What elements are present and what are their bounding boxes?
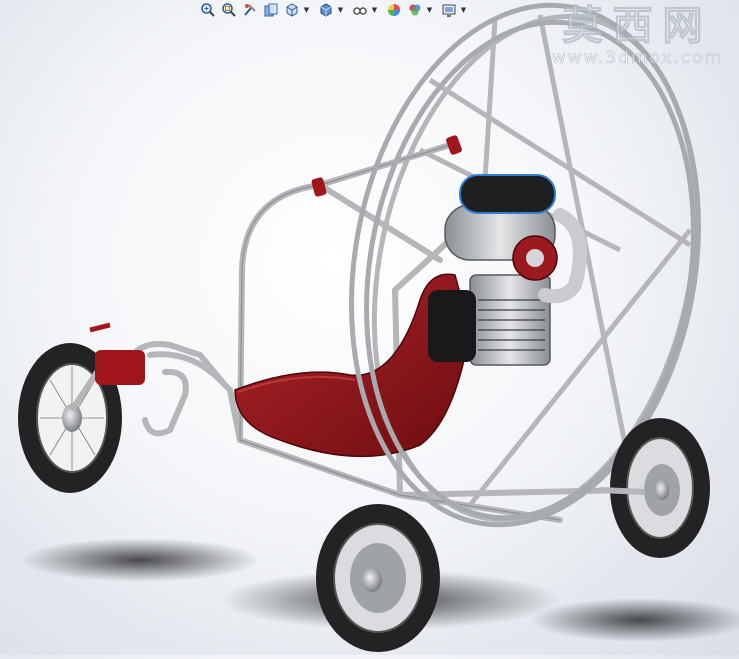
apply-scene-dropdown[interactable]: ▼ <box>426 1 433 19</box>
zoom-to-fit-icon[interactable] <box>198 1 218 19</box>
view-settings-dropdown[interactable]: ▼ <box>460 1 467 19</box>
view-orientation-dropdown[interactable]: ▼ <box>303 1 310 19</box>
previous-view-icon[interactable] <box>240 1 260 19</box>
rear-wheel-right <box>599 418 710 558</box>
edit-appearance-icon[interactable] <box>384 1 404 19</box>
heads-up-view-toolbar: ▼ ▼ ▼ ▼ ▼ <box>198 0 467 20</box>
display-style-icon[interactable] <box>316 1 336 19</box>
engine <box>428 174 587 366</box>
apply-scene-icon[interactable] <box>405 1 425 19</box>
frame-tubes <box>127 142 683 523</box>
paramotor-trike-model <box>18 2 739 652</box>
rear-wheel-left <box>316 504 440 652</box>
front-wheel <box>18 322 145 493</box>
zoom-to-area-icon[interactable] <box>219 1 239 19</box>
view-settings-icon[interactable] <box>439 1 459 19</box>
display-style-dropdown[interactable]: ▼ <box>337 1 344 19</box>
hide-show-items-dropdown[interactable]: ▼ <box>371 1 378 19</box>
3d-model-viewport[interactable] <box>0 0 739 655</box>
section-view-icon[interactable] <box>261 1 281 19</box>
hide-show-items-icon[interactable] <box>350 1 370 19</box>
view-orientation-icon[interactable] <box>282 1 302 19</box>
